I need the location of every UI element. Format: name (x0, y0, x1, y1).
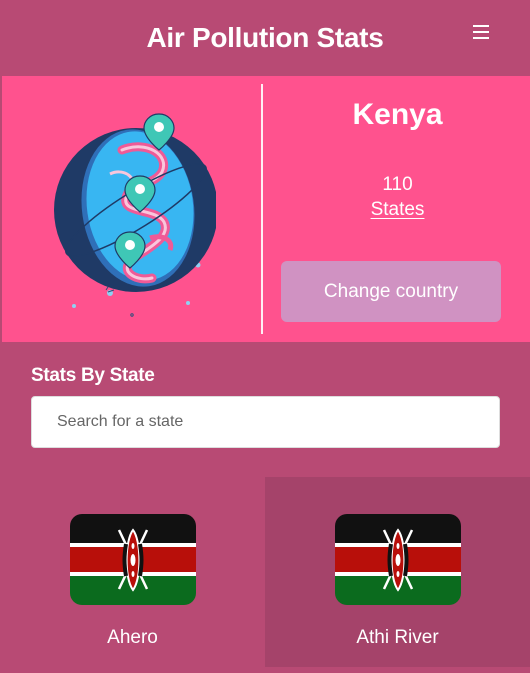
app-title: Air Pollution Stats (146, 22, 384, 53)
country-name: Kenya (352, 98, 443, 131)
globe-with-location-pins-icon (54, 113, 216, 317)
country-hero: Kenya 110 States Change country (2, 76, 530, 342)
states-link[interactable]: States (265, 199, 530, 221)
states-link-label[interactable]: States (371, 199, 425, 220)
state-search-input[interactable] (31, 396, 500, 448)
state-name: Ahero (107, 627, 158, 648)
stats-section-title: Stats By State (31, 365, 155, 386)
state-card-ahero[interactable]: Ahero (0, 477, 265, 667)
app-header: Air Pollution Stats (0, 0, 530, 76)
state-card-athi-river[interactable]: Athi River (265, 477, 530, 667)
hamburger-menu-icon[interactable] (471, 23, 491, 41)
states-count: 110 (382, 174, 413, 195)
kenya-flag-icon (335, 514, 461, 605)
state-name: Athi River (356, 627, 439, 648)
hero-divider (261, 84, 263, 334)
kenya-flag-icon (70, 514, 196, 605)
change-country-button[interactable]: Change country (281, 261, 501, 322)
